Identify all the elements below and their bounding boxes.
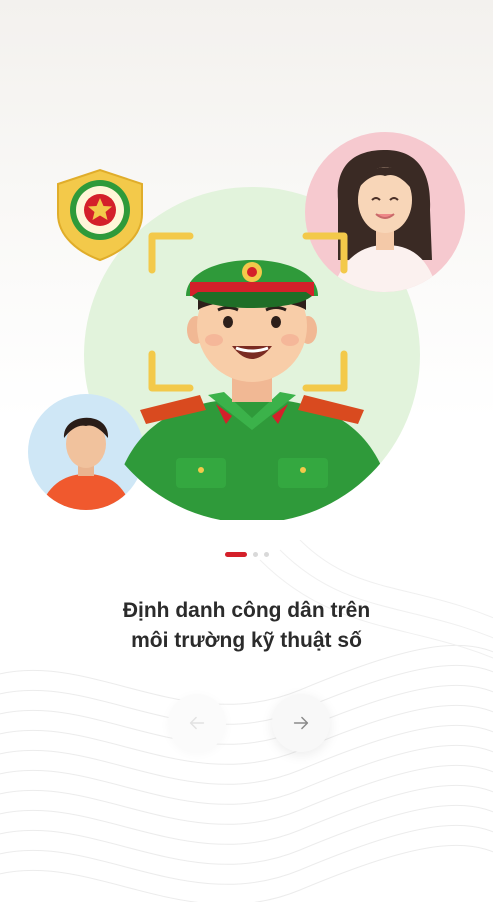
next-button[interactable]: [272, 694, 330, 752]
title-line-1: Định danh công dân trên: [122, 599, 371, 622]
man-avatar: [28, 394, 144, 510]
page-dot[interactable]: [263, 552, 269, 557]
page-dot[interactable]: [252, 552, 258, 557]
page-dot-active[interactable]: [224, 552, 247, 557]
page-indicator: [0, 552, 493, 557]
onboarding-title: Định danh công dân trên môi trường kỹ th…: [0, 596, 493, 656]
background-wave-lines: [0, 540, 493, 902]
previous-button[interactable]: [168, 694, 226, 752]
title-line-2: môi trường kỹ thuật số: [131, 629, 362, 652]
arrow-left-icon: [189, 716, 205, 730]
hero-illustration: [28, 132, 465, 520]
arrow-right-icon: [293, 716, 309, 730]
